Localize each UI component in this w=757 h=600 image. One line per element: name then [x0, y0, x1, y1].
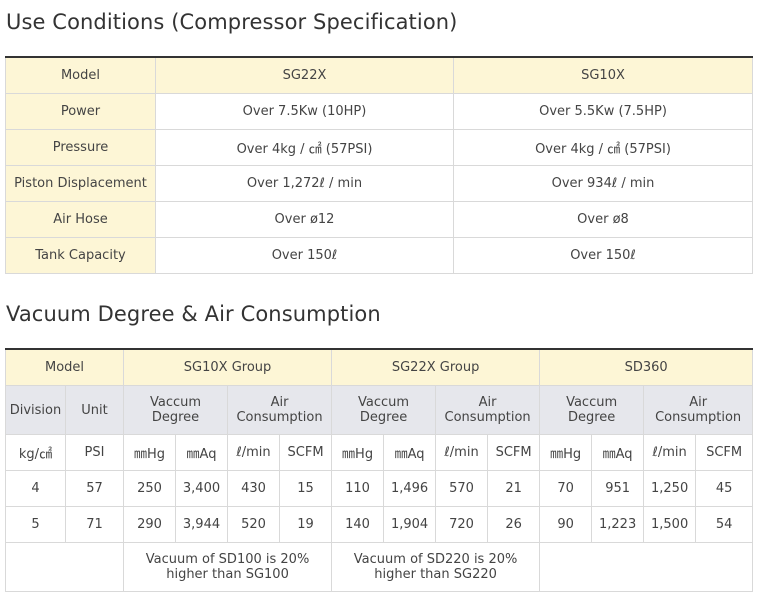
data-cell: 26: [487, 506, 541, 543]
cell-sg22x: Over 7.5Kw (10HP): [155, 93, 454, 130]
data-cell: 110: [331, 470, 385, 507]
unit-cell: ㎜Hg: [331, 434, 385, 471]
data-cell: 951: [591, 470, 645, 507]
data-cell: 570: [435, 470, 489, 507]
header-model: Model: [5, 56, 156, 94]
unit-cell: ℓ/min: [643, 434, 697, 471]
table-row: Air Hose Over ø12 Over ø8: [5, 201, 753, 238]
data-cell: 54: [695, 506, 754, 543]
header-vaccum-degree: Vaccum Degree: [331, 385, 437, 435]
data-cell: 71: [64, 506, 125, 543]
cell-sg10x: Over 5.5Kw (7.5HP): [453, 93, 753, 130]
cell-sg10x: Over 150ℓ: [453, 237, 753, 274]
data-cell: 19: [279, 506, 333, 543]
header-group-sd360: SD360: [539, 348, 754, 386]
note-empty-cell: [539, 542, 754, 592]
vacuum-section-title: Vacuum Degree & Air Consumption: [6, 302, 381, 326]
spec-section-title: Use Conditions (Compressor Specification…: [6, 10, 458, 34]
table-row: Power Over 7.5Kw (10HP) Over 5.5Kw (7.5H…: [5, 93, 753, 130]
data-cell: 3,944: [175, 506, 229, 543]
row-label: Power: [5, 93, 156, 130]
data-cell: 15: [279, 470, 333, 507]
header-air-consumption: Air Consumption: [227, 385, 333, 435]
table-row: 5 71 290 3,944 520 19 140 1,904 720 26 9…: [5, 506, 754, 543]
data-cell: 4: [5, 470, 66, 507]
cell-sg10x: Over 4kg / ㎠ (57PSI): [453, 129, 753, 166]
unit-cell: SCFM: [279, 434, 333, 471]
header-sg22x: SG22X: [155, 56, 454, 94]
data-cell: 57: [64, 470, 125, 507]
unit-cell: ㎜Hg: [539, 434, 593, 471]
cell-sg22x: Over 150ℓ: [155, 237, 454, 274]
vacuum-consumption-table: Model SG10X Group SG22X Group SD360 Divi…: [4, 348, 754, 592]
table-row: Piston Displacement Over 1,272ℓ / min Ov…: [5, 165, 753, 202]
unit-cell: ℓ/min: [227, 434, 281, 471]
data-cell: 1,250: [643, 470, 697, 507]
data-cell: 430: [227, 470, 281, 507]
header-group-sg10x: SG10X Group: [123, 348, 333, 386]
header-model: Model: [4, 348, 125, 386]
data-cell: 70: [539, 470, 593, 507]
row-label: Tank Capacity: [5, 237, 156, 274]
unit-cell: ㎜Aq: [591, 434, 645, 471]
header-vaccum-degree: Vaccum Degree: [123, 385, 229, 435]
row-label: Air Hose: [5, 201, 156, 238]
data-cell: 3,400: [175, 470, 229, 507]
unit-cell: ㎜Aq: [383, 434, 437, 471]
data-cell: 520: [227, 506, 281, 543]
unit-cell: ℓ/min: [435, 434, 489, 471]
unit-cell: kg/㎠: [5, 434, 66, 471]
data-cell: 250: [123, 470, 177, 507]
data-cell: 5: [5, 506, 66, 543]
unit-cell: SCFM: [695, 434, 754, 471]
cell-sg22x: Over 1,272ℓ / min: [155, 165, 454, 202]
table-header-row: Model SG22X SG10X: [5, 56, 753, 94]
cell-sg10x: Over 934ℓ / min: [453, 165, 753, 202]
header-air-consumption: Air Consumption: [435, 385, 541, 435]
table-row: Tank Capacity Over 150ℓ Over 150ℓ: [5, 237, 753, 274]
table-row: Pressure Over 4kg / ㎠ (57PSI) Over 4kg /…: [5, 129, 753, 166]
note-empty-cell: [4, 542, 125, 592]
unit-cell: ㎜Aq: [175, 434, 229, 471]
cell-sg22x: Over ø12: [155, 201, 454, 238]
data-cell: 1,223: [591, 506, 645, 543]
header-sg10x: SG10X: [453, 56, 753, 94]
sub-header-row: Division Unit Vaccum Degree Air Consumpt…: [5, 385, 754, 435]
unit-row: kg/㎠ PSI ㎜Hg ㎜Aq ℓ/min SCFM ㎜Hg ㎜Aq ℓ/mi…: [5, 434, 754, 471]
data-cell: 21: [487, 470, 541, 507]
header-unit: Unit: [64, 385, 125, 435]
cell-sg22x: Over 4kg / ㎠ (57PSI): [155, 129, 454, 166]
data-cell: 1,496: [383, 470, 437, 507]
note-row: Vacuum of SD100 is 20% higher than SG100…: [4, 542, 754, 592]
header-division: Division: [5, 385, 66, 435]
unit-cell: ㎜Hg: [123, 434, 177, 471]
header-air-consumption: Air Consumption: [643, 385, 754, 435]
data-cell: 140: [331, 506, 385, 543]
data-cell: 45: [695, 470, 754, 507]
header-group-sg22x: SG22X Group: [331, 348, 541, 386]
row-label: Pressure: [5, 129, 156, 166]
data-cell: 1,500: [643, 506, 697, 543]
header-vaccum-degree: Vaccum Degree: [539, 385, 645, 435]
data-cell: 1,904: [383, 506, 437, 543]
compressor-spec-table: Model SG22X SG10X Power Over 7.5Kw (10HP…: [5, 56, 753, 274]
table-row: 4 57 250 3,400 430 15 110 1,496 570 21 7…: [5, 470, 754, 507]
row-label: Piston Displacement: [5, 165, 156, 202]
note-sd100: Vacuum of SD100 is 20% higher than SG100: [123, 542, 333, 592]
group-header-row: Model SG10X Group SG22X Group SD360: [4, 348, 754, 386]
data-cell: 90: [539, 506, 593, 543]
cell-sg10x: Over ø8: [453, 201, 753, 238]
unit-cell: PSI: [64, 434, 125, 471]
unit-cell: SCFM: [487, 434, 541, 471]
data-cell: 290: [123, 506, 177, 543]
data-cell: 720: [435, 506, 489, 543]
note-sd220: Vacuum of SD220 is 20% higher than SG220: [331, 542, 541, 592]
